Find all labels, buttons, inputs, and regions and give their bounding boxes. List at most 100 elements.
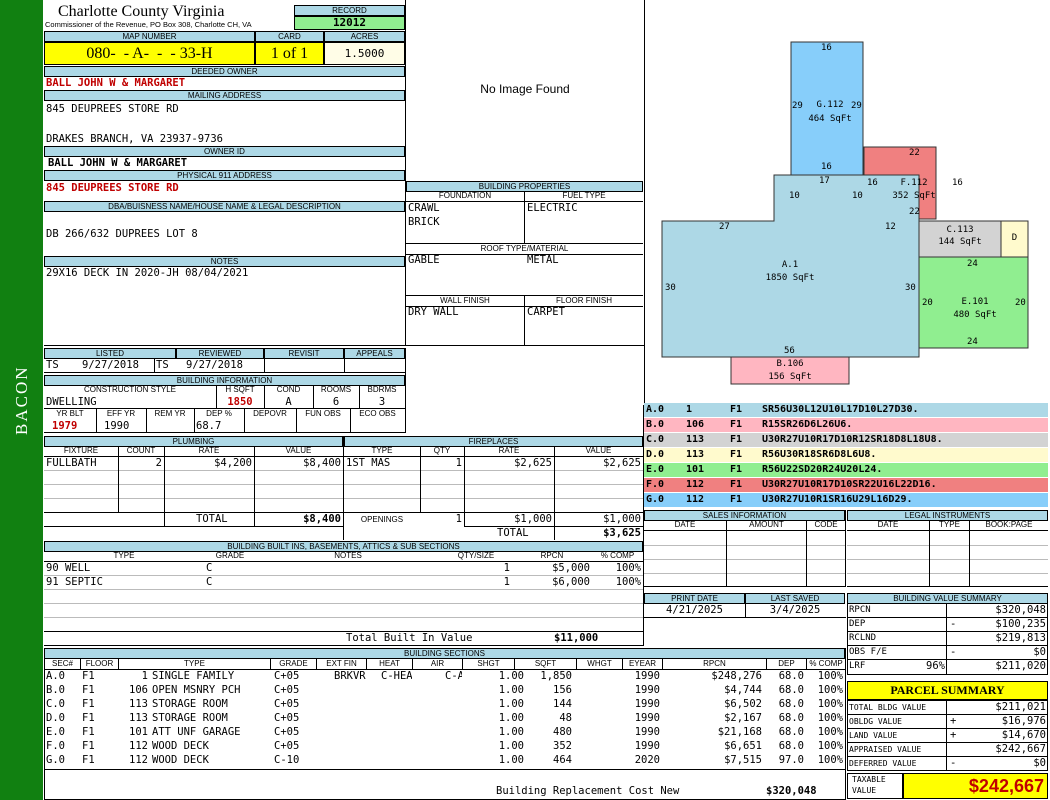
area-f-id: F.112 [900,178,928,188]
dba-label: DBA/BUISNESS NAME/HOUSE NAME & LEGAL DES… [44,201,405,212]
ps-deferred-sign: - [950,757,957,769]
section-col-rpcn-label: RPCN [662,659,766,669]
taxable-label-1: TAXABLE [852,775,886,784]
section-grade: C+05 [274,684,300,696]
section-rpcn: $21,168 [717,726,762,738]
openings-value: $1,000 [603,513,641,525]
sketch-legend-path: R56U30R18SR6D8L6U8. [762,449,877,460]
vs-lrf-pct: 96% [926,660,945,672]
ps-appraised-label: APPRAISED VALUE [849,745,922,754]
record-number: 12012 [294,16,405,30]
builtins-qty-label: QTY/SIZE [457,551,495,560]
section-sqft: 48 [559,712,572,724]
dim-a-top: 17 [819,176,830,186]
dim-e-top: 24 [967,259,978,269]
builtin-qty: 1 [503,576,510,588]
owner-id-label: OWNER ID [44,146,405,157]
sketch-legend-row: E.0 101 F1 R56U22SD20R24U20L24. [644,463,1048,477]
builtin-rpcn: $6,000 [552,576,590,588]
section-code: 1 [141,670,148,682]
ps-bldg-label: TOTAL BLDG VALUE [849,703,927,712]
area-b-id: B.106 [776,359,804,369]
section-col-shgt-label: SHGT [462,659,514,669]
section-comp: 100% [817,684,843,696]
dim-a-left: 30 [665,283,676,293]
section-type: STORAGE ROOM [152,698,228,710]
section-code: 101 [129,726,148,738]
area-b-sqft: 156 SqFt [768,372,812,382]
section-type: STORAGE ROOM [152,712,228,724]
section-col-type-label: TYPE [118,659,270,669]
notes-label: NOTES [44,256,405,267]
openings-qty: 1 [455,513,462,525]
section-comp: 100% [817,740,843,752]
fixture-value: $8,400 [303,457,341,469]
fireplace-qty-label: QTY [433,446,451,455]
section-rpcn: $6,502 [724,698,762,710]
fireplace-total: $3,625 [603,527,641,539]
vs-rpcn: $320,048 [995,604,1046,616]
section-dep: 68.0 [778,712,804,724]
section-col-eyear-label: EYEAR [622,659,662,669]
section-sec: G.0 [46,754,65,766]
fixture-count: 2 [155,457,162,469]
area-a-id: A.1 [781,260,799,270]
wall-finish: DRY WALL [408,306,459,318]
fixture: FULLBATH [46,457,97,469]
builtin-comp: 100% [615,576,641,588]
county-title: Charlotte County Virginia [58,3,225,20]
section-comp: 100% [817,754,843,766]
area-e-sqft: 480 SqFt [953,310,997,320]
card-number: 1 of 1 [255,42,324,65]
rooms-label: ROOMS [320,385,352,394]
mailing-address-label: MAILING ADDRESS [44,90,405,101]
sketch-legend-floor: F1 [730,419,743,430]
builtins-grade-label: GRADE [215,551,245,560]
dim-e-right: 20 [1015,298,1026,308]
acres-label: ACRES [324,31,405,42]
last-saved-label: LAST SAVED [745,593,845,604]
record-label: RECORD [294,5,405,16]
listed-label: LISTED [44,348,176,359]
sketch-legend-floor: F1 [730,464,743,475]
dim-a-12: 12 [885,222,896,232]
section-ext: BRKVR [334,670,366,682]
legal-type-label: TYPE [929,520,969,531]
builtin-comp: 100% [615,562,641,574]
sketch-legend-sec: G.0 [646,494,665,505]
fireplace-value: $2,625 [603,457,641,469]
section-dep: 68.0 [778,740,804,752]
vs-rclnd-label: RCLND [849,633,877,643]
section-sqft: 1,850 [540,670,572,682]
ps-land: $14,670 [1001,729,1046,741]
sales-code-label: CODE [806,520,845,531]
section-grade: C+05 [274,726,300,738]
section-code: 112 [129,754,148,766]
section-comp: 100% [817,670,843,682]
ps-deferred: $0 [1033,757,1046,769]
physical-address-label: PHYSICAL 911 ADDRESS [44,170,405,181]
section-floor: F1 [82,684,95,696]
dim-f-left: 16 [867,178,878,188]
owner-id: BALL JOHN W & MARGARET [48,157,188,169]
section-grade: C+05 [274,740,300,752]
section-col-floor-label: FLOOR [80,659,118,669]
sales-amount-label: AMOUNT [726,520,806,531]
ps-appraised: $242,667 [995,743,1046,755]
rem-year-label: REM YR [154,409,186,418]
sketch-legend-row: G.0 112 F1 U30R27U10R1SR16U29L16D29. [644,493,1048,507]
sketch-legend-row: B.0 106 F1 R15SR26D6L26U6. [644,418,1048,432]
builtins-total-label: Total Built In Value [346,632,473,644]
vs-dep: $100,235 [995,618,1046,630]
section-air: C-AIR [445,670,462,682]
section-eyear: 1990 [634,684,660,696]
section-comp: 100% [817,698,843,710]
section-sqft: 144 [553,698,572,710]
fixture-rate: $4,200 [214,457,252,469]
section-col-dep-label: DEP [766,659,806,669]
card-label: CARD [255,31,324,42]
sketch-legend-sec: D.0 [646,449,665,460]
district-label: BACON [12,365,31,435]
dim-g-top: 16 [821,43,832,53]
section-sec: A.0 [46,670,65,682]
